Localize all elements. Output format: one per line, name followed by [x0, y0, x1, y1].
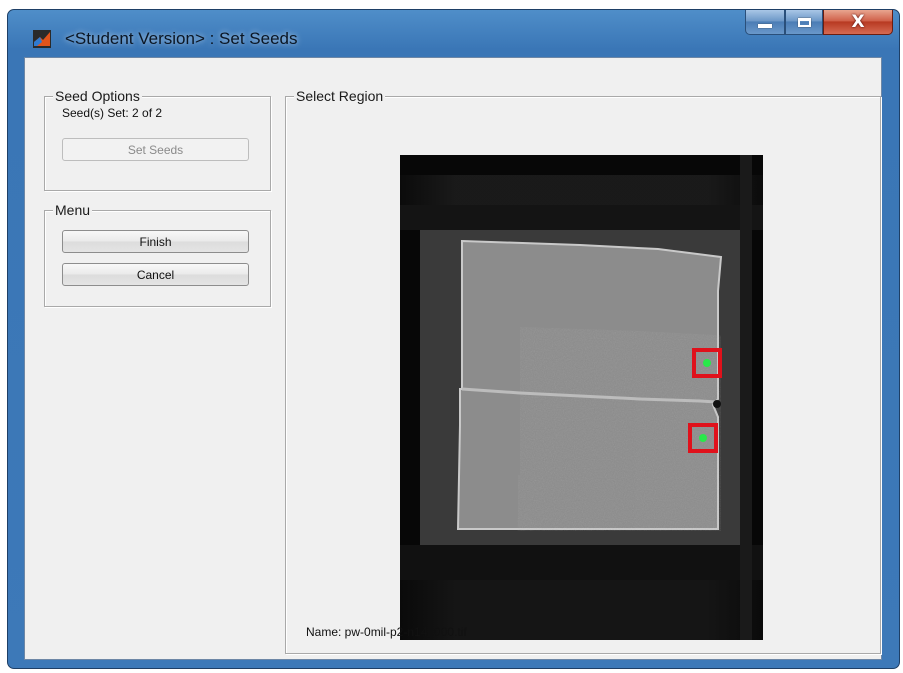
set-seeds-button[interactable]: Set Seeds — [62, 138, 249, 161]
menu-title: Menu — [53, 202, 93, 218]
image-file-name: Name: pw-0mil-p2-n14_000.tif — [306, 625, 467, 639]
finish-button[interactable]: Finish — [62, 230, 249, 253]
close-icon: X — [851, 12, 865, 32]
client-area: Seed Options Seed(s) Set: 2 of 2 Set See… — [24, 57, 882, 660]
minimize-button[interactable] — [745, 10, 785, 35]
matlab-logo-icon — [33, 30, 51, 48]
minimize-icon — [758, 24, 772, 28]
maximize-icon — [797, 17, 811, 27]
maximize-button[interactable] — [785, 10, 823, 35]
seed-options-title: Seed Options — [53, 88, 142, 104]
window-title: <Student Version> : Set Seeds — [65, 29, 298, 48]
select-region-title: Select Region — [294, 88, 386, 104]
menu-panel: Menu Finish Cancel — [44, 202, 271, 307]
app-window: <Student Version> : Set Seeds X Seed Opt… — [7, 9, 900, 669]
specimen-image[interactable] — [400, 155, 763, 640]
title-bar[interactable]: <Student Version> : Set Seeds X — [8, 10, 899, 60]
specimen-image-canvas — [400, 155, 763, 640]
close-button[interactable]: X — [823, 10, 893, 35]
seed-status-text: Seed(s) Set: 2 of 2 — [62, 106, 163, 120]
seed-options-panel: Seed Options Seed(s) Set: 2 of 2 Set See… — [44, 88, 271, 191]
select-region-panel: Select Region Name: pw-0mil-p2-n14_000.t… — [285, 88, 881, 654]
cancel-button[interactable]: Cancel — [62, 263, 249, 286]
